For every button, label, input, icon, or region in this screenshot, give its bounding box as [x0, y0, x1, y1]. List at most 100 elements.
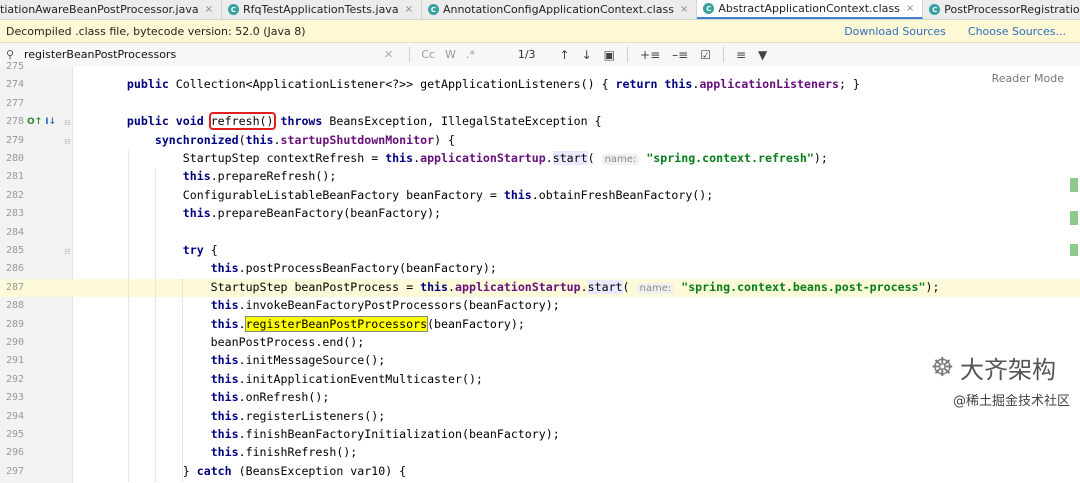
line-number: 280	[5, 153, 24, 164]
line-number: 292	[5, 373, 24, 385]
code-line[interactable]: 280 StartupStep contextRefresh = this.ap…	[0, 150, 1080, 168]
code-token: this	[503, 187, 532, 202]
code-line[interactable]: 292 this.initApplicationEventMulticaster…	[0, 371, 1080, 389]
code-line[interactable]: 293 this.onRefresh();	[0, 389, 1080, 407]
scrollbar-marker[interactable]	[1070, 178, 1078, 192]
code-line[interactable]: 296 this.finishRefresh();	[0, 444, 1080, 462]
code-line[interactable]: 283 this.prepareBeanFactory(beanFactory)…	[0, 205, 1080, 223]
code-token: .postProcessBeanFactory(beanFactory);	[238, 261, 497, 276]
code-line[interactable]: 275	[0, 58, 1080, 76]
code-line[interactable]: 285 try {	[0, 242, 1080, 260]
code-token: public void	[126, 114, 204, 129]
code-line[interactable]: 294 this.registerListeners();	[0, 408, 1080, 426]
code-token: startupShutdownMonitor	[280, 132, 435, 147]
code-text: public void refresh() throws BeansExcept…	[99, 112, 602, 131]
scrollbar-marker[interactable]	[1070, 244, 1078, 256]
tab-label: tiationAwareBeanPostProcessor.java	[0, 3, 199, 16]
implements-method-icon[interactable]: I↓	[45, 117, 56, 127]
code-token: this	[182, 206, 211, 221]
download-sources-link[interactable]: Download Sources	[844, 25, 946, 38]
code-line[interactable]: 281 this.prepareRefresh();	[0, 168, 1080, 186]
line-number: 274	[5, 79, 24, 91]
code-line[interactable]: 278 public void refresh() throws BeansEx…	[0, 112, 1080, 131]
code-token: (	[622, 279, 637, 294]
tab-label: RfqTestApplicationTests.java	[243, 3, 399, 16]
code-line[interactable]: 287 StartupStep beanPostProcess = this.a…	[0, 278, 1080, 298]
fold-marker-icon[interactable]: ⊟	[64, 118, 71, 127]
code-text: this.postProcessBeanFactory(beanFactory)…	[99, 261, 497, 275]
code-line[interactable]: 282 ConfigurableListableBeanFactory bean…	[0, 187, 1080, 205]
code-line[interactable]: 295 this.finishBeanFactoryInitialization…	[0, 426, 1080, 444]
fold-marker-icon[interactable]: ⊟	[64, 137, 71, 146]
code-line[interactable]: 290 beanPostProcess.end();	[0, 334, 1080, 352]
code-line[interactable]: 291 this.initMessageSource();	[0, 352, 1080, 370]
editor-tab[interactable]: C AnnotationConfigApplicationContext.clas…	[422, 0, 698, 19]
class-icon: C	[703, 3, 715, 14]
line-number: 295	[5, 429, 24, 440]
code-token: synchronized	[154, 132, 239, 147]
close-tab-icon[interactable]: ×	[680, 4, 688, 15]
close-tab-icon[interactable]: ×	[205, 4, 213, 15]
watermark-sub: @稀土掘金技术社区	[952, 394, 1070, 409]
code-line[interactable]: 289 this.registerBeanPostProcessors(bean…	[0, 315, 1080, 334]
close-tab-icon[interactable]: ×	[906, 3, 914, 14]
code-line[interactable]: 284	[0, 224, 1080, 242]
code-token: beanPostProcess.end();	[99, 335, 365, 349]
code-token: ) {	[434, 132, 456, 147]
code-line[interactable]: 297 } catch (BeansException var10) {	[0, 463, 1080, 481]
scrollbar-marker[interactable]	[1070, 211, 1078, 225]
editor-tab[interactable]: tiationAwareBeanPostProcessor.java ×	[0, 0, 222, 19]
code-token: this	[210, 408, 239, 423]
code-token: this	[210, 445, 239, 460]
code-token: catch	[196, 463, 232, 478]
parameter-hint: name:	[601, 154, 640, 165]
code-editor[interactable]: Reader Mode 275 274 public Collection<App…	[0, 61, 1080, 483]
code-text: this.finishRefresh();	[99, 445, 358, 460]
code-text: StartupStep beanPostProcess = this.appli…	[99, 279, 940, 294]
fold-marker-icon[interactable]: ⊟	[64, 247, 71, 256]
editor-tab[interactable]: CPostProcessorRegistrationDelegate.class…	[923, 0, 1080, 19]
code-line[interactable]: 274 public Collection<ApplicationListene…	[0, 76, 1080, 94]
code-text: this.prepareRefresh();	[99, 169, 337, 184]
code-token: this	[182, 169, 211, 184]
code-token: );	[813, 151, 828, 165]
decompiled-notice-text: Decompiled .class file, bytecode version…	[6, 24, 306, 38]
editor-tab[interactable]: C AbstractApplicationContext.class ×	[697, 0, 924, 19]
code-token: );	[925, 279, 940, 294]
choose-sources-link[interactable]: Choose Sources...	[968, 25, 1066, 38]
code-line[interactable]: 286 this.postProcessBeanFactory(beanFact…	[0, 260, 1080, 278]
class-icon: C	[929, 4, 941, 15]
code-text: this.registerBeanPostProcessors(beanFact…	[99, 315, 525, 332]
close-tab-icon[interactable]: ×	[405, 4, 413, 15]
code-token: this	[210, 427, 239, 441]
code-token: .invokeBeanFactoryPostProcessors(beanFac…	[238, 298, 560, 313]
editor-tab[interactable]: C RfqTestApplicationTests.java ×	[222, 0, 422, 19]
code-token: StartupStep beanPostProcess =	[99, 279, 421, 294]
watermark-main: 大齐架构	[960, 356, 1056, 384]
code-token: BeansException, IllegalStateException {	[322, 114, 602, 129]
overrides-method-icon[interactable]: O↑	[27, 117, 42, 127]
line-number: 296	[5, 447, 24, 459]
code-line[interactable]: 277	[0, 95, 1080, 113]
code-line[interactable]: 279 synchronized(this.startupShutdownMon…	[0, 132, 1080, 150]
code-text: this.invokeBeanFactoryPostProcessors(bea…	[99, 298, 560, 312]
editor-tab-bar: tiationAwareBeanPostProcessor.java × C RfqT…	[0, 0, 1080, 20]
code-line[interactable]: 288 this.invokeBeanFactoryPostProcessors…	[0, 297, 1080, 315]
code-text: synchronized(this.startupShutdownMonitor…	[99, 133, 455, 147]
gutter-icons[interactable]: O↑ I↓	[27, 117, 56, 127]
code-token: try	[182, 243, 204, 257]
line-number: 278	[5, 116, 24, 128]
code-token: return	[615, 77, 658, 92]
line-number: 297	[5, 465, 24, 477]
class-icon: C	[427, 4, 439, 15]
code-token: applicationListeners	[699, 77, 839, 92]
code-token: .prepareBeanFactory(beanFactory);	[210, 206, 442, 221]
code-token: "spring.context.refresh"	[646, 151, 814, 165]
code-text: this.initMessageSource();	[99, 353, 386, 367]
code-token: this	[245, 132, 274, 147]
code-token: .	[545, 151, 553, 165]
